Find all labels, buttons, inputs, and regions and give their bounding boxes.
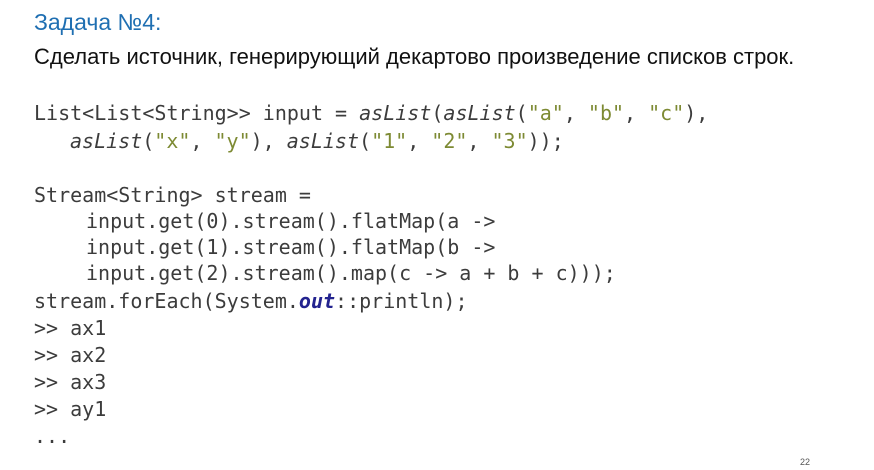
code-token: , (190, 129, 215, 153)
slide-title: Задача №4: (34, 9, 162, 35)
code-line-5: input.get(1).stream().flatMap(b -> (86, 235, 496, 259)
code-line-7: stream.forEach(System.out::println); (34, 288, 467, 314)
slide: Задача №4: Сделать источник, генерирующи… (0, 0, 874, 470)
code-token: ( (431, 101, 444, 125)
code-token-method: asList (286, 129, 360, 153)
output-line-2: >> ax2 (34, 343, 107, 367)
code-token-method: asList (443, 101, 516, 125)
code-token: ( (142, 129, 155, 153)
code-token: ), (684, 101, 709, 125)
code-token: , (407, 129, 432, 153)
code-line-3: Stream<String> stream = (34, 183, 311, 207)
code-string: "x" (154, 129, 191, 153)
output-line-4: >> ay1 (34, 397, 107, 421)
slide-subtitle: Сделать источник, генерирующий декартово… (34, 44, 795, 69)
output-line-3: >> ax3 (34, 370, 107, 394)
code-token-method: asList (359, 101, 432, 125)
code-string: "c" (648, 101, 685, 125)
code-line-1: List<List<String>> input = asList(asList… (34, 100, 708, 126)
output-line-1: >> ax1 (34, 316, 107, 340)
code-line-2: asList("x", "y"), asList("1", "2", "3"))… (34, 128, 564, 154)
page-number: 22 (799, 457, 810, 467)
code-token-method: asList (70, 129, 143, 153)
code-string: "a" (527, 101, 564, 125)
code-token: List<List<String>> input = (34, 101, 360, 125)
code-token: , (563, 101, 588, 125)
code-token: stream.forEach(System. (34, 289, 299, 313)
code-token: , (467, 129, 492, 153)
code-token: ::println); (335, 289, 468, 313)
code-string: "2" (431, 129, 468, 153)
code-token: ), (250, 129, 287, 153)
code-token-field: out (298, 289, 336, 313)
code-line-6: input.get(2).stream().map(c -> a + b + c… (86, 261, 616, 285)
output-ellipsis: ... (34, 424, 71, 448)
code-string: "y" (214, 129, 251, 153)
code-token: ( (515, 101, 528, 125)
code-string: "3" (491, 129, 528, 153)
code-token: ( (359, 129, 372, 153)
code-string: "1" (371, 129, 408, 153)
code-string: "b" (587, 101, 625, 125)
code-line-4: input.get(0).stream().flatMap(a -> (86, 209, 496, 233)
code-token: )); (527, 129, 564, 153)
code-token: , (624, 101, 649, 125)
